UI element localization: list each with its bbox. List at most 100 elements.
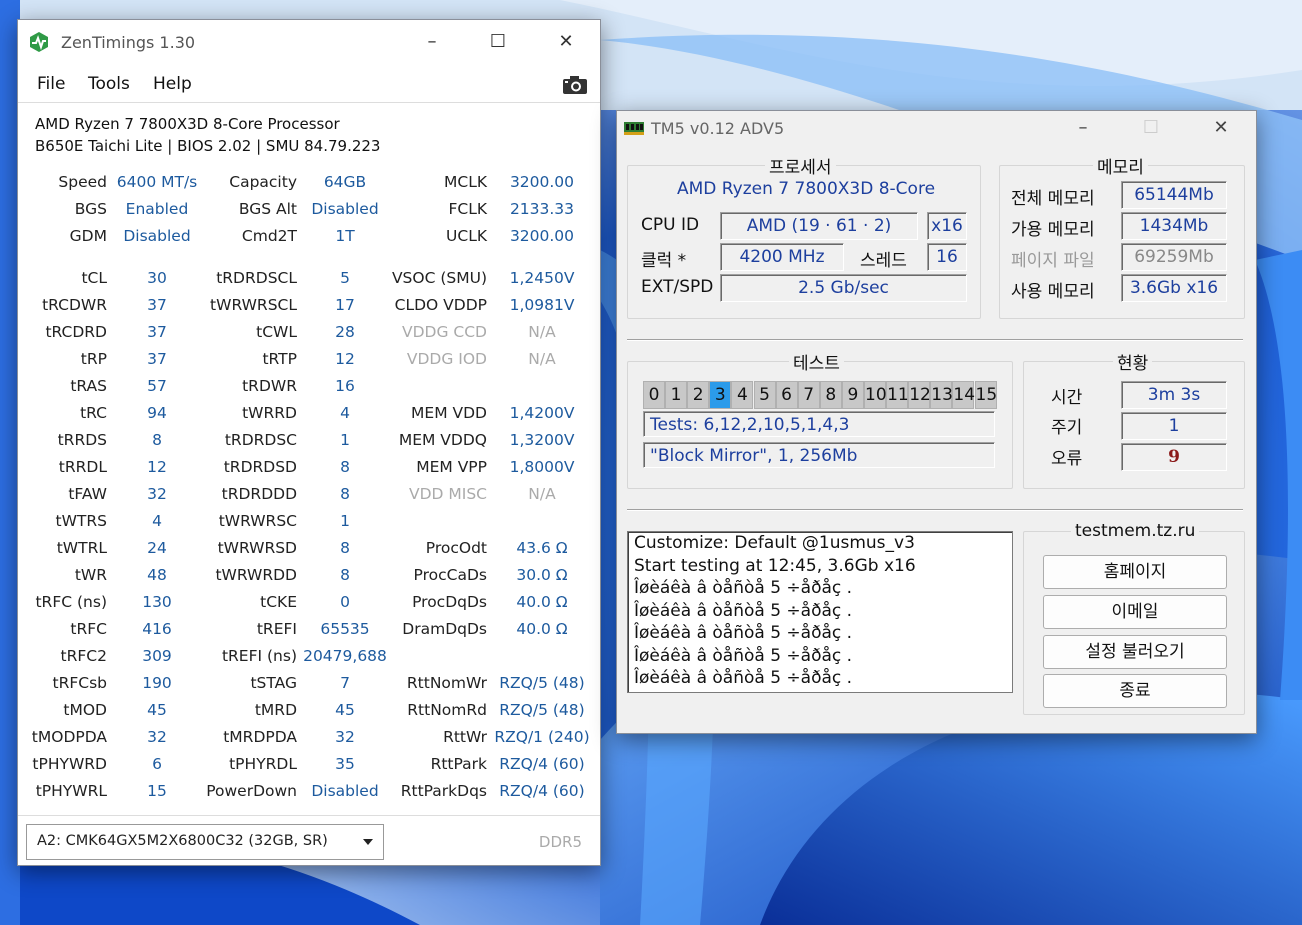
memory-stat-label: 전체 메모리 xyxy=(1011,189,1095,209)
timing-label: tRDRDSCL xyxy=(216,269,297,287)
menu-file[interactable]: File xyxy=(37,74,65,94)
timing-value: 1,3200V xyxy=(509,431,575,449)
test-cell: 8 xyxy=(819,381,842,409)
timing-value: 30 xyxy=(147,269,167,287)
divider xyxy=(627,509,1243,511)
test-cell: 4 xyxy=(731,381,754,409)
timing-label: ProcOdt xyxy=(425,539,487,557)
log-line: Îøèáêà â òåñòå 5 ÷åðåç . xyxy=(634,578,853,598)
timing-label: RttWr xyxy=(443,728,487,746)
timing-value: 2133.33 xyxy=(509,200,575,218)
close-button[interactable]: ✕ xyxy=(546,28,586,56)
timing-label: tCWL xyxy=(256,323,297,341)
timing-value: 1,2450V xyxy=(509,269,575,287)
camera-icon[interactable] xyxy=(562,74,588,96)
timing-row: tRRDL 12 tRDRDSD 8 MEM VPP 1,8000V xyxy=(18,458,600,485)
timing-value: 48 xyxy=(147,566,167,584)
timing-label: CLDO VDDP xyxy=(394,296,487,314)
email-button[interactable]: 이메일 xyxy=(1043,595,1227,629)
chevron-down-icon xyxy=(363,839,373,845)
zentimings-app-icon xyxy=(30,32,48,52)
test-cell: 7 xyxy=(797,381,820,409)
cpu-name: AMD Ryzen 7 7800X3D 8-Core Processor xyxy=(35,115,340,133)
homepage-button[interactable]: 홈페이지 xyxy=(1043,555,1227,589)
minimize-button[interactable]: – xyxy=(412,28,452,56)
timing-label: MEM VPP xyxy=(416,458,487,476)
clock-label: 클럭 * xyxy=(641,251,687,271)
timing-value: 6400 MT/s xyxy=(116,173,198,191)
current-test-field: "Block Mirror", 1, 256Mb xyxy=(643,442,995,468)
timing-value: N/A xyxy=(528,485,556,503)
timing-label: ProcDqDs xyxy=(412,593,487,611)
timing-label: tMRD xyxy=(254,701,297,719)
error-label: 오류 xyxy=(1051,449,1083,469)
timing-label: tWRWRDD xyxy=(215,566,297,584)
test-cell: 3 xyxy=(709,381,732,409)
timing-label: tFAW xyxy=(68,485,107,503)
timing-label: tRDRDSC xyxy=(224,431,297,449)
timing-label: tWRWRSCL xyxy=(210,296,297,314)
maximize-button[interactable]: ☐ xyxy=(478,28,518,56)
test-cell: 14 xyxy=(952,381,975,409)
timing-label: VDD MISC xyxy=(408,485,487,503)
timing-label: GDM xyxy=(69,227,107,245)
timing-label: Capacity xyxy=(229,173,297,191)
test-cell: 10 xyxy=(864,381,887,409)
memory-stat-label: 사용 메모리 xyxy=(1011,282,1095,302)
timing-value: 3200.00 xyxy=(509,173,575,191)
timing-label: tWRRD xyxy=(242,404,297,422)
test-cell: 1 xyxy=(665,381,688,409)
tests-sequence-field: Tests: 6,12,2,10,5,1,4,3 xyxy=(643,411,995,437)
timing-label: ProcCaDs xyxy=(413,566,487,584)
timing-label: tMODPDA xyxy=(31,728,107,746)
processor-name: AMD Ryzen 7 7800X3D 8-Core xyxy=(677,179,936,199)
timing-value: 20479,688 xyxy=(303,647,387,665)
tm5-window: TM5 v0.12 ADV5 – ☐ ✕ 프로세서 AMD Ryzen 7 78… xyxy=(616,110,1257,734)
thread-label: 스레드 xyxy=(860,251,907,271)
timing-row: tMOD 45 tMRD 45 RttNomRd RZQ/5 (48) xyxy=(18,701,600,728)
log-line: Îøèáêà â òåñòå 5 ÷åðåç . xyxy=(634,645,853,666)
time-label: 시간 xyxy=(1051,388,1083,408)
zentimings-window: ZenTimings 1.30 – ☐ ✕ File Tools Help AM… xyxy=(17,19,601,866)
menu-tools[interactable]: Tools xyxy=(88,74,130,94)
memory-stat-value: 1434Mb xyxy=(1121,212,1227,240)
timing-label: RttPark xyxy=(430,755,487,773)
timing-value: 12 xyxy=(335,350,355,368)
timing-value: Disabled xyxy=(311,782,379,800)
test-log[interactable]: Customize: Default @1usmus_v3 Start testi… xyxy=(627,531,1013,693)
timing-row: tRC 94 tWRRD 4 MEM VDD 1,4200V xyxy=(18,404,600,431)
minimize-button[interactable]: – xyxy=(1063,114,1103,142)
close-button[interactable]: ✕ xyxy=(1201,114,1241,142)
tm5-titlebar[interactable]: TM5 v0.12 ADV5 – ☐ ✕ xyxy=(617,111,1256,145)
menu-help[interactable]: Help xyxy=(153,74,192,94)
timing-value: 8 xyxy=(340,566,350,584)
memory-stat-value: 65144Mb xyxy=(1121,181,1227,209)
zentimings-titlebar[interactable]: ZenTimings 1.30 – ☐ ✕ xyxy=(18,20,600,64)
load-config-button[interactable]: 설정 불러오기 xyxy=(1043,635,1227,669)
timing-value: 17 xyxy=(335,296,355,314)
maximize-button: ☐ xyxy=(1142,117,1160,138)
timing-value: N/A xyxy=(528,323,556,341)
timing-row: tCL 30 tRDRDSCL 5 VSOC (SMU) 1,2450V xyxy=(18,269,600,296)
timing-row: tWTRS 4 tWRWRSC 1 xyxy=(18,512,600,539)
timing-label: tRFCsb xyxy=(52,674,108,692)
timing-label: tRC xyxy=(80,404,107,422)
timing-value: 16 xyxy=(335,377,355,395)
timing-value: 43.6 Ω xyxy=(516,539,568,557)
memory-stat-value: 69259Mb xyxy=(1121,243,1227,271)
processor-group-title: 프로세서 xyxy=(765,153,836,178)
timing-value: RZQ/4 (60) xyxy=(499,755,585,773)
exit-button[interactable]: 종료 xyxy=(1043,674,1227,708)
memory-module-select[interactable]: A2: CMK64GX5M2X6800C32 (32GB, SR) xyxy=(26,824,384,860)
divider xyxy=(627,339,1243,341)
timing-value: 40.0 Ω xyxy=(516,593,568,611)
timing-value: 65535 xyxy=(320,620,370,638)
status-group-title: 현황 xyxy=(1113,349,1153,374)
timing-row: tWTRL 24 tWRWRSD 8 ProcOdt 43.6 Ω xyxy=(18,539,600,566)
timing-label: tMRDPDA xyxy=(223,728,297,746)
log-line: Customize: Default @1usmus_v3 xyxy=(634,533,915,553)
timing-label: tCKE xyxy=(260,593,297,611)
timing-label: tPHYWRD xyxy=(32,755,107,773)
timing-value: 35 xyxy=(335,755,355,773)
timing-value: Enabled xyxy=(125,200,189,218)
